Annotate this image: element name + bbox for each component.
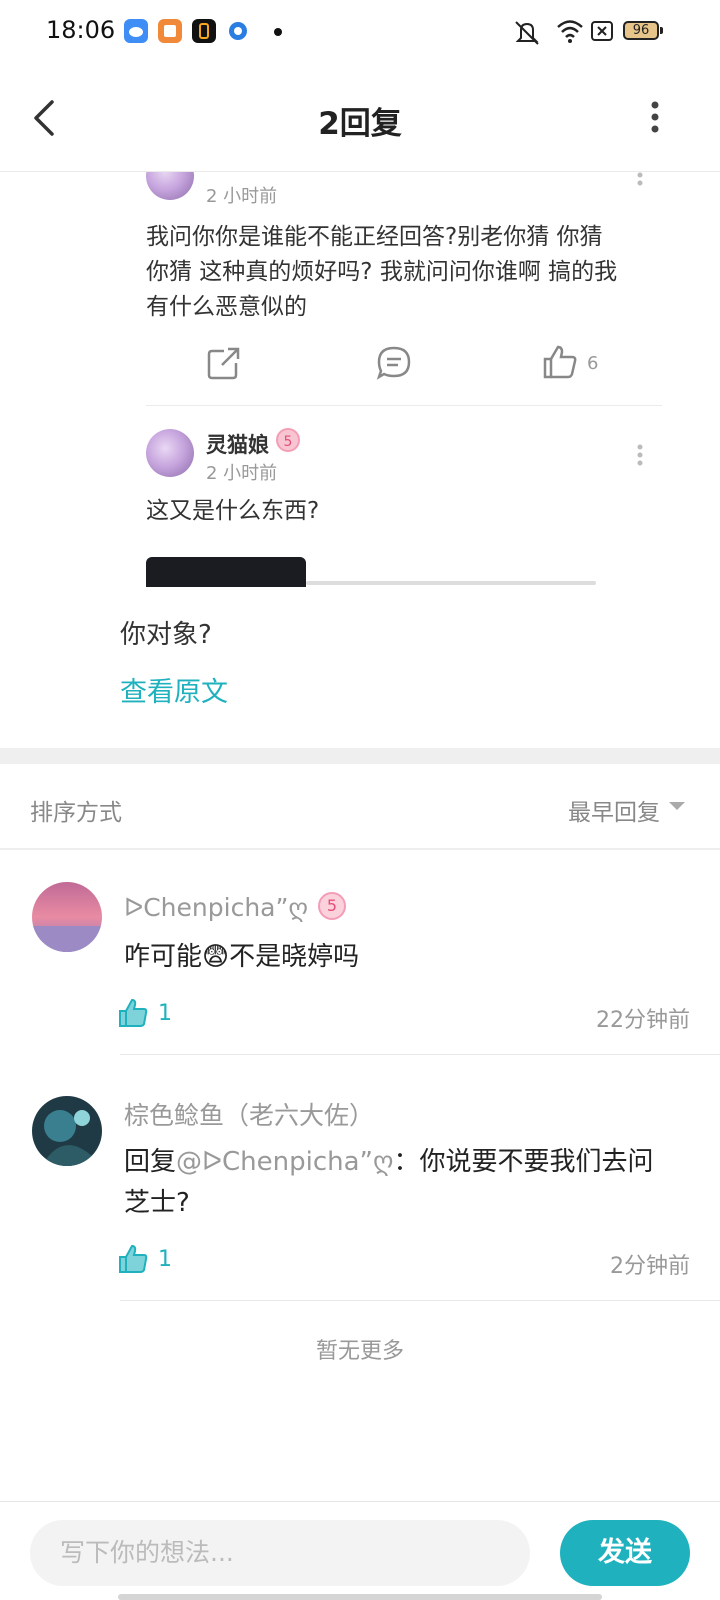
avatar[interactable]	[32, 882, 102, 952]
top-app-bar: 2回复	[0, 64, 720, 172]
avatar[interactable]	[146, 429, 194, 477]
post-image-thumbnail[interactable]	[146, 557, 306, 587]
notification-dot	[274, 28, 282, 36]
avatar[interactable]	[32, 1096, 102, 1166]
user-name[interactable]: ᐅChenpicha”ღ	[124, 893, 308, 922]
gesture-bar[interactable]	[118, 1594, 602, 1600]
user-name[interactable]: 灵猫娘	[206, 429, 269, 459]
post-text: 我问你你是谁能不能正经回答?别老你猜 你猜 你猜 这种真的烦好吗? 我就问问你谁…	[146, 220, 617, 325]
post-text: 这又是什么东西?	[146, 498, 320, 524]
level-badge: 5	[318, 892, 346, 920]
divider	[146, 405, 662, 406]
comment-input[interactable]: 写下你的想法...	[30, 1520, 530, 1586]
wifi-icon	[557, 20, 583, 43]
page-title: 2回复	[318, 106, 402, 142]
status-time: 18:06	[46, 16, 116, 44]
comment-time: 2分钟前	[610, 1254, 690, 1279]
comment-body: 咋可能😨不是晓婷吗	[124, 942, 360, 972]
user-name[interactable]: 棕色鲶鱼（老六大佐）	[124, 1096, 374, 1132]
comment-time: 22分钟前	[596, 1008, 690, 1033]
post-text-line: 有什么恶意似的	[146, 294, 307, 320]
more-vertical-icon[interactable]	[637, 444, 643, 466]
browser-icon	[226, 19, 250, 43]
caret-down-icon[interactable]	[669, 802, 685, 810]
status-bar: 18:06 96	[0, 0, 720, 64]
more-vertical-icon[interactable]	[650, 100, 660, 134]
divider	[120, 1054, 720, 1055]
sort-label: 排序方式	[30, 800, 122, 826]
reply-prefix: 回复	[124, 1147, 177, 1177]
comment-body-line: 芝士?	[124, 1188, 190, 1218]
more-vertical-icon[interactable]	[637, 172, 643, 194]
cloud-app-icon	[124, 19, 148, 43]
send-button[interactable]: 发送	[560, 1520, 690, 1586]
like-count: 1	[158, 1001, 172, 1026]
avatar[interactable]	[146, 172, 194, 200]
comment-icon[interactable]	[376, 345, 412, 381]
horizontal-scrollbar	[306, 581, 596, 585]
thumb-up-icon[interactable]	[118, 1244, 148, 1274]
section-separator	[0, 748, 720, 764]
mention-link[interactable]: @ᐅChenpicha”ღ	[176, 1147, 393, 1177]
end-of-list-label: 暂无更多	[315, 1339, 404, 1364]
comment-input-bar: 写下你的想法... 发送	[0, 1501, 720, 1600]
battery-icon: 96	[623, 21, 663, 40]
post-time: 2 小时前	[206, 186, 278, 207]
app-icon	[192, 19, 216, 43]
post-text-line: 我问你你是谁能不能正经回答?别老你猜 你猜	[146, 224, 603, 250]
view-original-link[interactable]: 查看原文	[120, 670, 228, 709]
divider	[120, 1300, 720, 1301]
share-icon[interactable]	[206, 345, 242, 381]
sort-dropdown[interactable]: 最早回复	[568, 793, 660, 827]
sim-off-icon	[591, 21, 613, 41]
post-time: 2 小时前	[206, 463, 278, 484]
books-app-icon	[158, 19, 182, 43]
thumb-up-icon[interactable]	[542, 344, 578, 380]
like-count: 6	[587, 353, 599, 374]
like-count: 1	[158, 1247, 172, 1272]
post-text-line: 你猜 这种真的烦好吗? 我就问问你谁啊 搞的我	[146, 259, 618, 285]
comment-body-line: 回复@ᐅChenpicha”ღ：你说要不要我们去问	[124, 1142, 653, 1183]
quoted-thread: 2 小时前 我问你你是谁能不能正经回答?别老你猜 你猜 你猜 这种真的烦好吗? …	[0, 172, 720, 587]
comment-body: 回复@ᐅChenpicha”ღ：你说要不要我们去问 芝士?	[124, 1142, 653, 1224]
mute-icon	[515, 21, 539, 45]
divider	[0, 848, 720, 850]
comment-text: ：你说要不要我们去问	[393, 1147, 654, 1177]
level-badge: 5	[276, 428, 300, 452]
reply-text: 你对象?	[120, 620, 212, 650]
thumb-up-icon[interactable]	[118, 998, 148, 1028]
